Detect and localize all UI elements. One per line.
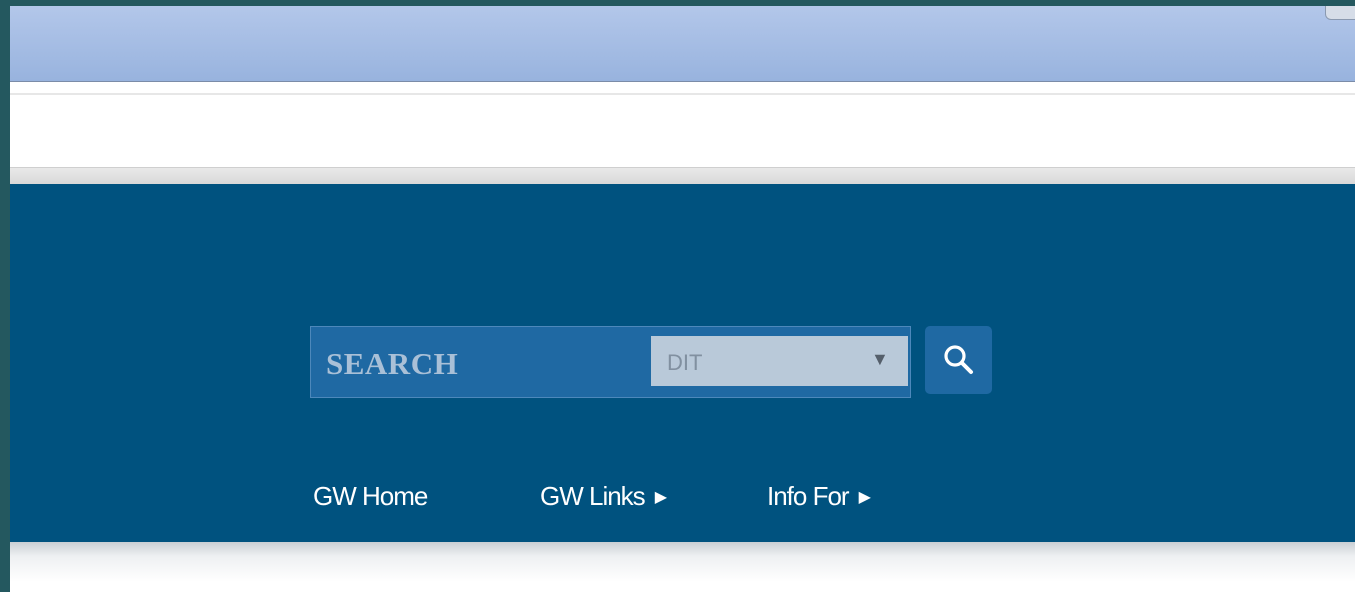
browser-window: SEARCH DIT ▼ GW Home GW Links ▶ Info For ▶ <box>10 6 1355 592</box>
window-titlebar <box>10 6 1355 82</box>
search-icon <box>944 345 973 374</box>
main-nav: GW Home GW Links ▶ Info For ▶ <box>10 475 1355 515</box>
chevron-down-icon: ▼ <box>871 349 889 369</box>
nav-item-info-for[interactable]: Info For ▶ <box>767 481 871 512</box>
search-button[interactable] <box>925 326 992 394</box>
chevron-right-icon: ▶ <box>858 489 871 506</box>
nav-item-gw-home[interactable]: GW Home <box>313 481 428 512</box>
window-control-button[interactable] <box>1325 6 1355 20</box>
header-shadow <box>10 542 1355 592</box>
header-separator <box>10 167 1355 184</box>
page-top-area <box>10 82 1355 176</box>
nav-item-label: GW Links <box>540 481 646 511</box>
site-header: SEARCH DIT ▼ GW Home GW Links ▶ Info For ▶ <box>10 184 1355 542</box>
nav-item-label: Info For <box>767 481 850 511</box>
divider <box>10 93 1355 95</box>
search-scope-select[interactable]: DIT ▼ <box>651 336 908 386</box>
chevron-right-icon: ▶ <box>654 489 667 506</box>
nav-item-label: GW Home <box>313 481 428 511</box>
search-label[interactable]: SEARCH <box>326 346 458 382</box>
search-bar[interactable]: SEARCH DIT ▼ <box>310 326 911 398</box>
nav-item-gw-links[interactable]: GW Links ▶ <box>540 481 667 512</box>
search-scope-value: DIT <box>667 350 703 375</box>
